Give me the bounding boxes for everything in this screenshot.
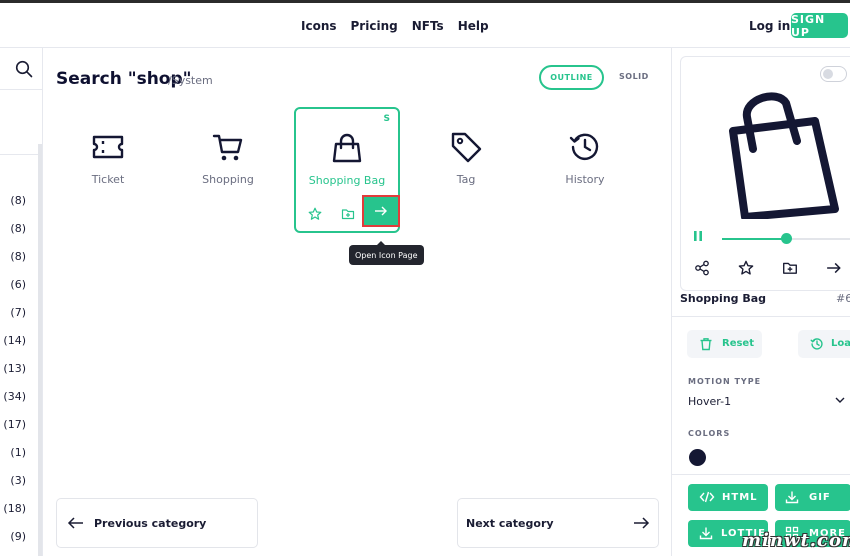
category-count[interactable]: (13): [0, 362, 26, 390]
previous-category-button[interactable]: Previous category: [56, 498, 258, 548]
search-icon[interactable]: [15, 60, 33, 78]
category-count[interactable]: (1): [0, 446, 26, 474]
icon-detail-panel: Shopping Bag #6 Reset Load MOTION TYPE H…: [671, 48, 850, 556]
signup-button[interactable]: SIGN UP: [791, 13, 848, 39]
panel-divider: [672, 474, 850, 475]
arrow-right-icon[interactable]: [826, 260, 842, 276]
cart-icon: [212, 134, 243, 161]
background-toggle[interactable]: [820, 66, 847, 82]
download-icon: [785, 491, 799, 504]
icon-tile-shopping-bag[interactable]: S Shopping Bag: [294, 107, 400, 233]
nav-icons[interactable]: Icons: [301, 19, 337, 33]
category-count[interactable]: (7): [0, 306, 26, 334]
animation-progress-handle[interactable]: [780, 233, 792, 244]
nav-nfts[interactable]: NFTs: [412, 19, 444, 33]
style-badge: S: [383, 114, 390, 124]
icon-tile-tag[interactable]: Tag: [414, 108, 518, 186]
category-count[interactable]: (8): [0, 250, 26, 278]
tag-icon: [451, 132, 482, 163]
motion-type-label: MOTION TYPE: [688, 377, 762, 386]
tile-actions: [296, 195, 400, 231]
download-html-button[interactable]: HTML: [688, 484, 768, 511]
animation-progress-fill: [722, 238, 786, 240]
category-count[interactable]: (3): [0, 474, 26, 502]
category-counts: (8) (8) (8) (6) (7) (14) (13) (34) (17) …: [0, 194, 26, 556]
arrow-right-icon: [634, 517, 650, 529]
previous-category-label: Previous category: [94, 517, 207, 530]
category-count[interactable]: (18): [0, 502, 26, 530]
header: Icons Pricing NFTs Help Log in SIGN UP: [0, 3, 850, 48]
shopping-bag-preview-icon: [729, 92, 839, 219]
load-button[interactable]: Load: [798, 330, 850, 358]
trash-icon: [700, 338, 712, 351]
solid-toggle-button[interactable]: SOLID: [619, 72, 649, 81]
category-sidebar: (8) (8) (8) (6) (7) (14) (13) (34) (17) …: [0, 48, 43, 556]
category-count[interactable]: (6): [0, 278, 26, 306]
sidebar-scrollbar[interactable]: [38, 144, 42, 556]
next-category-label: Next category: [466, 517, 554, 530]
watermark: minwt.com: [742, 530, 850, 551]
motion-type-select[interactable]: Hover-1: [688, 395, 731, 408]
animation-progress-bar[interactable]: [722, 233, 850, 244]
sidebar-search[interactable]: [0, 48, 42, 90]
download-icon: [699, 527, 713, 540]
icon-tile-shopping[interactable]: Shopping: [176, 108, 280, 186]
category-count[interactable]: (9): [0, 530, 26, 556]
icon-tile-label: Tag: [456, 173, 476, 186]
colors-label: COLORS: [688, 429, 731, 438]
icon-action-row: [672, 255, 850, 281]
tooltip: Open Icon Page: [349, 241, 424, 265]
load-label: Load: [831, 338, 850, 349]
category-count[interactable]: (8): [0, 194, 26, 222]
outline-toggle-button[interactable]: OUTLINE: [539, 65, 604, 90]
history-icon: [569, 133, 599, 160]
main-nav: Icons Pricing NFTs Help: [301, 19, 489, 33]
icon-tile-label: Ticket: [91, 173, 125, 186]
ticket-icon: [92, 135, 124, 159]
icon-tile-history[interactable]: History: [533, 108, 637, 186]
share-icon[interactable]: [694, 260, 710, 276]
star-icon[interactable]: [738, 260, 754, 276]
pause-icon[interactable]: [693, 231, 703, 241]
category-count[interactable]: (8): [0, 222, 26, 250]
icon-id: #6: [836, 292, 850, 305]
star-icon[interactable]: [308, 207, 322, 221]
icon-name: Shopping Bag: [680, 292, 767, 305]
download-gif-button[interactable]: GIF: [775, 484, 850, 511]
sidebar-divider: [0, 154, 42, 155]
breadcrumb[interactable]: /System: [168, 74, 213, 87]
history-icon: [810, 338, 823, 350]
chevron-down-icon[interactable]: [835, 397, 845, 404]
arrow-left-icon: [67, 517, 83, 529]
category-count[interactable]: (17): [0, 418, 26, 446]
panel-divider: [672, 316, 850, 317]
icon-tile-label: Shopping: [202, 173, 254, 186]
code-icon: [699, 491, 715, 503]
open-icon-page-button[interactable]: [362, 195, 400, 227]
next-category-button[interactable]: Next category: [457, 498, 659, 548]
login-link[interactable]: Log in: [749, 19, 790, 33]
nav-pricing[interactable]: Pricing: [351, 19, 398, 33]
html-label: HTML: [722, 492, 758, 503]
icon-tile-ticket[interactable]: Ticket: [56, 108, 160, 186]
icon-tile-label: Shopping Bag: [308, 174, 386, 187]
icon-tile-label: History: [565, 173, 605, 186]
reset-button[interactable]: Reset: [687, 330, 762, 358]
gif-label: GIF: [809, 492, 831, 503]
reset-label: Reset: [722, 338, 754, 349]
shopping-bag-icon: [332, 133, 362, 163]
animation-player: [693, 225, 850, 245]
nav-help[interactable]: Help: [458, 19, 489, 33]
add-to-folder-icon[interactable]: [782, 260, 798, 276]
arrow-right-icon: [375, 206, 387, 216]
category-count[interactable]: (34): [0, 390, 26, 418]
category-count[interactable]: (14): [0, 334, 26, 362]
color-swatch[interactable]: [689, 449, 706, 466]
add-to-folder-icon[interactable]: [341, 207, 355, 221]
